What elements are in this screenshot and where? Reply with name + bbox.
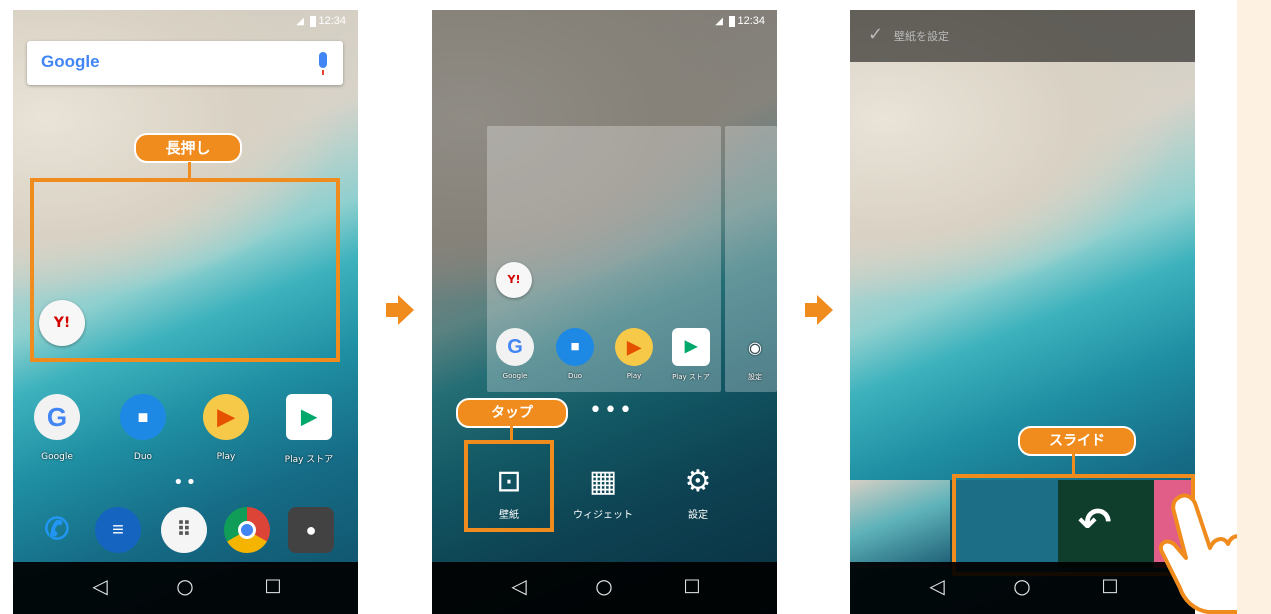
battery-icon bbox=[310, 16, 316, 27]
app-label-duo: Duo bbox=[133, 452, 153, 462]
widgets-icon: ▦ bbox=[588, 464, 618, 499]
clock: 12:34 bbox=[318, 15, 346, 27]
ymobile-widget-icon[interactable]: Y! bbox=[39, 300, 85, 346]
mic-icon[interactable] bbox=[319, 52, 327, 75]
app-label-play: Play bbox=[216, 452, 236, 462]
wallpaper-header: ✓ 壁紙を設定 bbox=[850, 10, 1195, 62]
back-icon[interactable]: ◁ bbox=[504, 574, 534, 598]
app-label-settings: 設定 bbox=[748, 373, 762, 381]
status-bar: ◢ 12:34 bbox=[432, 10, 777, 34]
widgets-label: ウィジェット bbox=[573, 510, 633, 521]
phone-icon[interactable]: ✆ bbox=[34, 507, 80, 553]
duo-icon: ■ bbox=[556, 328, 594, 366]
tap-callout: タップ bbox=[456, 398, 568, 428]
step-arrow-2 bbox=[805, 295, 833, 325]
chrome-icon[interactable] bbox=[224, 507, 270, 553]
settings-icon: ⚙ bbox=[684, 464, 712, 499]
screen-home-edit: ◢ 12:34 Y! G Google ■ Duo ▶ Play ▶ Play … bbox=[432, 10, 777, 614]
screen-home: ◢ 12:34 Google 長押し Y! G Google ■ Duo ▶ P… bbox=[13, 10, 358, 614]
home-icon[interactable]: ○ bbox=[1007, 574, 1037, 598]
recents-icon[interactable]: □ bbox=[677, 574, 707, 598]
app-label-play-store: Play ストア bbox=[284, 455, 334, 465]
camera-icon[interactable]: ● bbox=[288, 507, 334, 553]
more-dots-icon[interactable]: ••• bbox=[589, 398, 634, 423]
play-games-icon: ▶ bbox=[615, 328, 653, 366]
clock: 12:34 bbox=[737, 15, 765, 27]
home-icon[interactable]: ○ bbox=[170, 574, 200, 598]
recents-icon[interactable]: □ bbox=[258, 574, 288, 598]
ymobile-widget-icon: Y! bbox=[496, 262, 532, 298]
back-icon[interactable]: ◁ bbox=[85, 574, 115, 598]
play-store-icon[interactable]: ▶ bbox=[286, 394, 332, 440]
google-icon[interactable]: G bbox=[34, 394, 80, 440]
signal-icon: ◢ bbox=[296, 16, 304, 27]
page-indicator: •• bbox=[173, 472, 199, 493]
settings-menu-item[interactable]: ⚙ 設定 bbox=[653, 464, 743, 521]
back-icon[interactable]: ◁ bbox=[922, 574, 952, 598]
recents-icon[interactable]: □ bbox=[1095, 574, 1125, 598]
wallpaper-menu-item[interactable]: ⊡ 壁紙 bbox=[464, 464, 554, 521]
navigation-bar: ◁ ○ □ bbox=[432, 562, 777, 614]
long-press-callout: 長押し bbox=[134, 133, 242, 163]
wallpaper-icon: ⊡ bbox=[496, 464, 522, 499]
callout-stem bbox=[1072, 454, 1075, 474]
home-icon[interactable]: ○ bbox=[589, 574, 619, 598]
messages-icon[interactable]: ≡ bbox=[95, 507, 141, 553]
app-drawer-icon[interactable]: ⠿ bbox=[161, 507, 207, 553]
google-search-bar[interactable]: Google bbox=[27, 41, 343, 85]
wallpaper-thumbnail[interactable] bbox=[850, 480, 950, 568]
duo-icon[interactable]: ■ bbox=[120, 394, 166, 440]
slide-callout: スライド bbox=[1018, 426, 1136, 456]
settings-app-glyph: ◉ bbox=[748, 338, 762, 357]
status-bar: ◢ 12:34 bbox=[13, 10, 358, 34]
settings-label: 設定 bbox=[688, 510, 708, 521]
google-icon: G bbox=[496, 328, 534, 366]
swipe-left-arrow-icon: ↶ bbox=[1078, 500, 1112, 546]
signal-icon: ◢ bbox=[715, 16, 723, 27]
navigation-bar: ◁ ○ □ bbox=[850, 562, 1195, 614]
set-wallpaper-label[interactable]: 壁紙を設定 bbox=[894, 28, 949, 44]
side-margin-strip bbox=[1237, 0, 1271, 614]
google-logo: Google bbox=[41, 52, 100, 71]
widgets-menu-item[interactable]: ▦ ウィジェット bbox=[558, 464, 648, 521]
play-store-icon: ▶ bbox=[672, 328, 710, 366]
check-icon[interactable]: ✓ bbox=[868, 24, 883, 45]
screen-wallpaper-picker: ✓ 壁紙を設定 スライド ↶ ◁ ○ □ bbox=[850, 10, 1195, 614]
app-label-google: Google bbox=[41, 452, 73, 462]
wallpaper-label: 壁紙 bbox=[499, 510, 519, 521]
step-arrow-1 bbox=[386, 295, 414, 325]
navigation-bar: ◁ ○ □ bbox=[13, 562, 358, 614]
play-games-icon[interactable]: ▶ bbox=[203, 394, 249, 440]
battery-icon bbox=[729, 16, 735, 27]
